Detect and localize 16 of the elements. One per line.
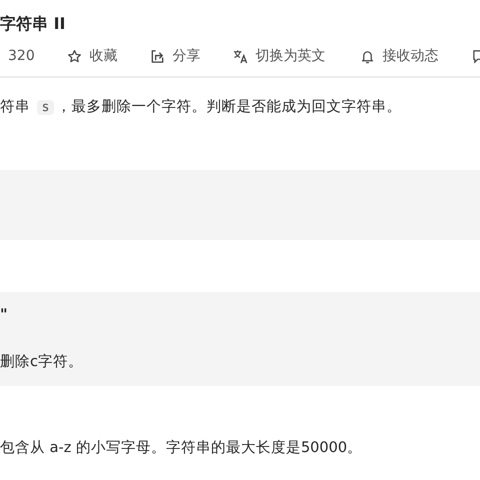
description-text: 符串 bbox=[0, 99, 31, 115]
constraint-text: 包含从 a-z 的小写字母。字符串的最大长度是50000。 bbox=[0, 438, 364, 458]
toolbar-link[interactable]: 收藏 bbox=[90, 46, 118, 66]
toolbar-link[interactable]: 切换为英文 bbox=[256, 46, 326, 66]
example-text: " bbox=[0, 306, 9, 325]
bell-icon[interactable] bbox=[360, 48, 375, 64]
toolbar-link[interactable]: 分享 bbox=[172, 46, 201, 66]
description-text: ，最多删除一个字符。判断是否能成为回文字符串。 bbox=[56, 99, 402, 115]
toolbar-link[interactable]: 接收动态 bbox=[382, 46, 439, 66]
example-text: 删除c字符。 bbox=[0, 352, 84, 372]
inline-code: s bbox=[36, 100, 54, 115]
star-icon[interactable] bbox=[66, 48, 82, 64]
translate-icon[interactable] bbox=[232, 48, 248, 64]
share-icon[interactable] bbox=[150, 48, 165, 64]
like-count: 320 bbox=[8, 46, 35, 66]
problem-title: 字符串 II bbox=[0, 14, 66, 34]
